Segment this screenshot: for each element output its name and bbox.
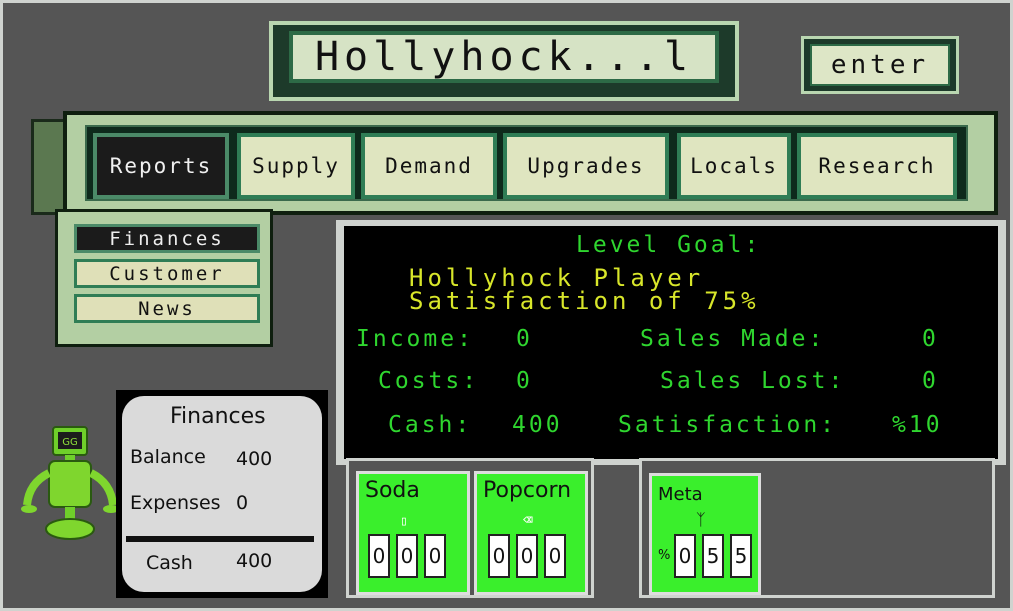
- level-goal-heading: Level Goal:: [576, 232, 762, 258]
- title-frame: Hollyhock...l: [269, 21, 739, 101]
- tab-supply[interactable]: Supply: [237, 133, 355, 199]
- level-goal-screen: Level Goal: Hollyhock Player Satisfactio…: [344, 226, 998, 459]
- game-screen: Hollyhock...l enter Reports Supply Deman…: [0, 0, 1013, 611]
- cash-value: 400: [512, 412, 563, 438]
- meta-label: Meta: [658, 484, 703, 505]
- meta-digit: 5: [730, 534, 752, 578]
- balance-value: 400: [236, 448, 273, 470]
- popcorn-card[interactable]: Popcorn ⌫ 0 0 0: [474, 471, 588, 595]
- enter-button-frame: enter: [801, 36, 959, 94]
- popcorn-digit: 0: [544, 534, 566, 578]
- cash-label: Cash:: [388, 412, 473, 438]
- cup-icon: ▯: [400, 514, 408, 529]
- meta-digit: 0: [674, 534, 696, 578]
- soda-card[interactable]: Soda ▯ 0 0 0: [356, 471, 470, 595]
- soda-label: Soda: [365, 478, 420, 503]
- tab-demand[interactable]: Demand: [361, 133, 497, 199]
- sales-lost-label: Sales Lost:: [660, 368, 846, 394]
- expenses-value: 0: [236, 492, 249, 514]
- nav-bar: Reports Supply Demand Upgrades Locals Re…: [63, 111, 998, 215]
- mascot-badge: GG: [62, 437, 78, 448]
- income-label: Income:: [356, 326, 474, 352]
- nav-bar-inner: Reports Supply Demand Upgrades Locals Re…: [85, 125, 968, 201]
- finances-divider: [126, 536, 314, 542]
- income-value: 0: [516, 326, 533, 352]
- reports-submenu: Finances Customer News: [55, 209, 273, 347]
- submenu-customer[interactable]: Customer: [74, 259, 260, 288]
- robot-mascot-icon: GG: [21, 426, 119, 540]
- balance-label: Balance: [130, 446, 206, 468]
- soda-digit: 0: [424, 534, 446, 578]
- submenu-news[interactable]: News: [74, 294, 260, 323]
- popcorn-icon: ⌫: [523, 510, 533, 529]
- level-goal-panel: Level Goal: Hollyhock Player Satisfactio…: [336, 220, 1006, 465]
- cash-card-value: 400: [236, 550, 273, 572]
- satisfaction-value: %10: [892, 412, 943, 438]
- goal-line-2: Satisfaction of 75%: [409, 287, 760, 315]
- costs-value: 0: [516, 368, 533, 394]
- sales-made-label: Sales Made:: [640, 326, 826, 352]
- meta-digit: 5: [702, 534, 724, 578]
- tab-research[interactable]: Research: [797, 133, 957, 199]
- popcorn-digit: 0: [516, 534, 538, 578]
- meta-percent-sign: %: [658, 548, 671, 563]
- satisfaction-label: Satisfaction:: [618, 412, 838, 438]
- upgrades-panel: Meta ᛉ % 0 5 5: [639, 458, 995, 598]
- tab-locals[interactable]: Locals: [677, 133, 791, 199]
- finances-card-title: Finances: [170, 404, 266, 429]
- expenses-label: Expenses: [130, 492, 221, 514]
- inventory-panel: Soda ▯ 0 0 0 Popcorn ⌫ 0 0 0: [346, 458, 594, 598]
- popcorn-digit: 0: [488, 534, 510, 578]
- soda-digit: 0: [368, 534, 390, 578]
- tab-reports[interactable]: Reports: [93, 133, 229, 199]
- costs-label: Costs:: [378, 368, 480, 394]
- sales-made-value: 0: [922, 326, 939, 352]
- sales-lost-value: 0: [922, 368, 939, 394]
- finances-card-body: Finances Balance 400 Expenses 0 Cash 400: [122, 396, 322, 592]
- tab-upgrades[interactable]: Upgrades: [503, 133, 669, 199]
- popcorn-label: Popcorn: [483, 478, 572, 503]
- enter-button[interactable]: enter: [810, 44, 950, 86]
- meta-logo-icon: ᛉ: [696, 510, 706, 529]
- cash-card-label: Cash: [146, 552, 193, 574]
- finances-card: Finances Balance 400 Expenses 0 Cash 400: [116, 390, 328, 598]
- meta-card[interactable]: Meta ᛉ % 0 5 5: [649, 473, 761, 595]
- game-title: Hollyhock...l: [289, 31, 719, 83]
- submenu-finances[interactable]: Finances: [74, 224, 260, 253]
- soda-digit: 0: [396, 534, 418, 578]
